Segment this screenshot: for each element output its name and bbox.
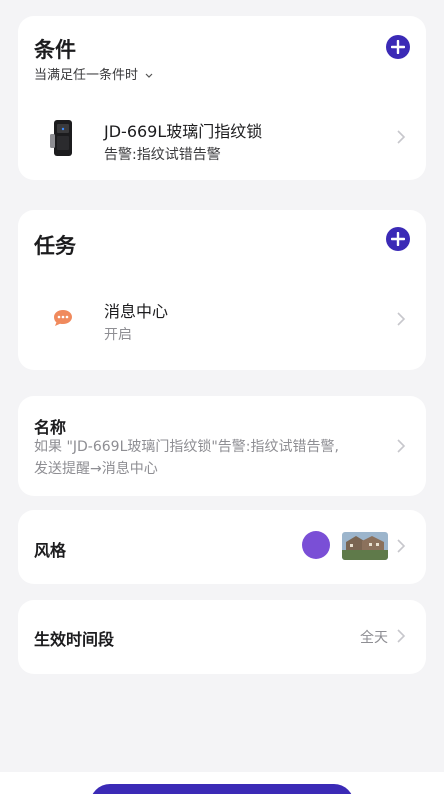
name-card[interactable]: 名称 如果 "JD-669L玻璃门指纹锁"告警:指纹试错告警, 发送提醒→消息中… (18, 396, 426, 496)
add-condition-button[interactable] (386, 35, 410, 59)
name-value-line1: 如果 "JD-669L玻璃门指纹锁"告警:指纹试错告警, (34, 439, 339, 455)
conditions-card: 条件 当满足任一条件时 JD-669L玻璃门指纹锁 告警:指纹试错告警 (18, 16, 426, 180)
message-bubble-icon (54, 310, 72, 326)
style-card[interactable]: 风格 (18, 510, 426, 584)
condition-device-detail: 告警:指纹试错告警 (104, 147, 221, 163)
conditions-title: 条件 (34, 38, 76, 62)
house-photo-thumbnail (342, 532, 388, 560)
save-button[interactable] (90, 784, 354, 794)
tasks-card: 任务 消息中心 开启 (18, 210, 426, 370)
chevron-right-icon (397, 539, 406, 553)
name-value-line2: 发送提醒→消息中心 (34, 461, 158, 477)
fingerprint-lock-device-icon (50, 120, 72, 156)
time-period-card[interactable]: 生效时间段 全天 (18, 600, 426, 674)
plus-icon (391, 232, 405, 246)
chevron-right-icon (397, 130, 406, 144)
chevron-down-icon (145, 73, 153, 78)
time-period-label: 生效时间段 (34, 630, 115, 649)
plus-icon (391, 40, 405, 54)
chevron-right-icon (397, 312, 406, 326)
style-image-thumbnail[interactable] (342, 532, 388, 560)
task-item[interactable]: 消息中心 开启 (18, 288, 426, 354)
add-task-button[interactable] (386, 227, 410, 251)
tasks-title: 任务 (34, 234, 76, 258)
chevron-right-icon (397, 629, 406, 643)
task-detail: 开启 (104, 327, 132, 343)
name-label: 名称 (34, 418, 67, 437)
style-color-swatch[interactable] (302, 531, 330, 559)
condition-mode-label: 当满足任一条件时 (34, 68, 139, 83)
chevron-right-icon (397, 439, 406, 453)
task-name: 消息中心 (104, 302, 169, 321)
condition-item[interactable]: JD-669L玻璃门指纹锁 告警:指纹试错告警 (18, 104, 426, 170)
condition-device-name: JD-669L玻璃门指纹锁 (104, 122, 263, 141)
time-period-value: 全天 (360, 630, 388, 646)
style-label: 风格 (34, 541, 67, 560)
condition-mode-dropdown[interactable]: 当满足任一条件时 (34, 64, 153, 83)
